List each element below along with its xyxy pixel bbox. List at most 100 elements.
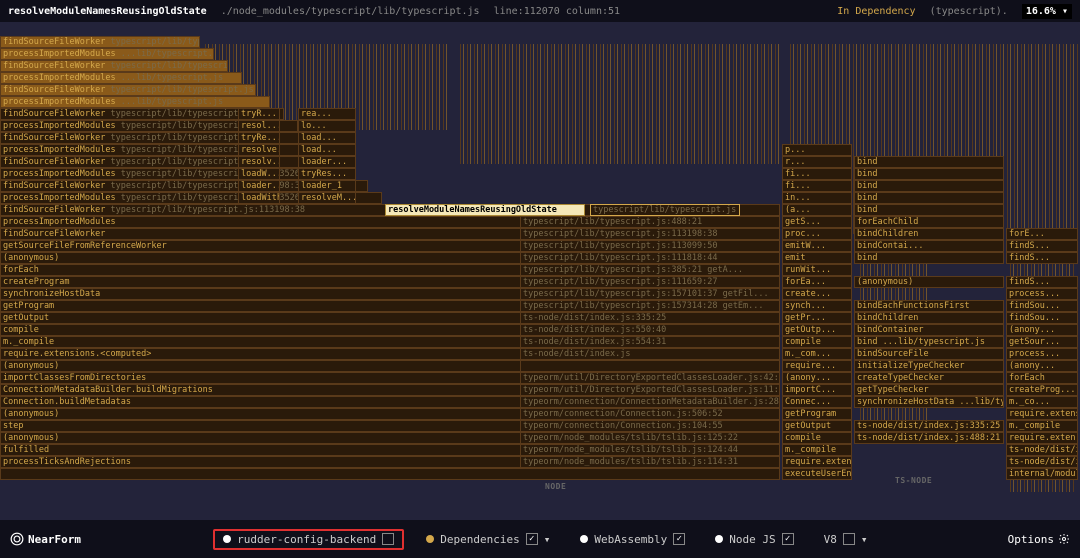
flame-frame[interactable]: bindContainer xyxy=(854,324,1004,336)
flame-frame[interactable]: m._compile xyxy=(782,444,852,456)
flame-frame[interactable]: in... xyxy=(782,192,852,204)
checkbox-icon[interactable]: ✓ xyxy=(526,533,538,545)
flame-frame[interactable]: getS... xyxy=(782,216,852,228)
flame-frame[interactable]: require.extensions... xyxy=(1006,408,1078,420)
nodejs-chip[interactable]: Node JS ✓ xyxy=(707,530,801,549)
checkbox-icon[interactable] xyxy=(382,533,394,545)
flame-frame[interactable]: r... xyxy=(782,156,852,168)
flame-frame[interactable]: tryRe... xyxy=(238,132,280,144)
flame-frame[interactable]: tryR... xyxy=(238,108,280,120)
flame-frame[interactable]: internal/modules/run_main.js:69:31 xyxy=(1006,468,1078,480)
flame-frame[interactable]: typescript/lib/typescript.js:157314:28 g… xyxy=(520,300,780,312)
flame-frame[interactable]: lo... xyxy=(298,120,356,132)
flame-frame[interactable]: getProgram xyxy=(782,408,852,420)
flame-frame[interactable]: ts-node/dist/index.js xyxy=(520,348,780,360)
chevron-down-icon[interactable]: ▾ xyxy=(861,533,868,546)
flame-frame[interactable]: loader... xyxy=(238,180,280,192)
flame-frame[interactable]: ts-node/dist/index.js:554:31 xyxy=(520,336,780,348)
flame-frame[interactable]: fi... xyxy=(782,168,852,180)
flame-frame[interactable]: emitW... xyxy=(782,240,852,252)
flame-frame[interactable]: (a... xyxy=(782,204,852,216)
flame-frame[interactable]: loadW... xyxy=(238,168,280,180)
flame-frame[interactable] xyxy=(520,360,780,372)
flame-frame[interactable]: (anony... xyxy=(1006,360,1078,372)
flame-frame[interactable]: synch... xyxy=(782,300,852,312)
flame-frame[interactable]: processImportedModules ...lib/typescript… xyxy=(0,48,214,60)
flame-frame[interactable]: compile xyxy=(782,336,852,348)
flame-frame[interactable]: bind xyxy=(854,156,1004,168)
flame-frame[interactable]: runWit... xyxy=(782,264,852,276)
flame-frame[interactable]: getPr... xyxy=(782,312,852,324)
flame-frame[interactable]: typescript/lib/typescript.js:111818:44 xyxy=(520,252,780,264)
wasm-chip[interactable]: WebAssembly ✓ xyxy=(572,530,693,549)
flame-frame[interactable]: bind ...lib/typescript.js xyxy=(854,336,1004,348)
flame-frame[interactable]: fi... xyxy=(782,180,852,192)
flame-frame[interactable]: typeorm/connection/ConnectionMetadataBui… xyxy=(520,396,780,408)
flame-frame[interactable]: synchronizeHostData ...lib/typescript.js xyxy=(854,396,1004,408)
flame-frame[interactable]: (anony... xyxy=(1006,324,1078,336)
flame-frame[interactable]: findS... xyxy=(1006,240,1078,252)
flame-frame[interactable]: require... xyxy=(782,360,852,372)
flame-frame[interactable]: m._com... xyxy=(782,348,852,360)
flame-frame[interactable]: m._co... xyxy=(1006,396,1078,408)
flame-frame[interactable]: require.extensions.<computed> xyxy=(782,456,852,468)
flame-frame[interactable]: bind xyxy=(854,192,1004,204)
flame-frame[interactable]: rea... xyxy=(298,108,356,120)
flame-frame[interactable]: process... xyxy=(1006,348,1078,360)
flame-frame[interactable]: resolveModuleNamesReusingOldState xyxy=(385,204,585,216)
flame-frame[interactable]: load... xyxy=(298,144,356,156)
flame-frame[interactable]: typescript/lib/typescript.js xyxy=(590,204,740,216)
flame-frame[interactable]: initializeTypeChecker xyxy=(854,360,1004,372)
flame-frame[interactable]: forE... xyxy=(1006,228,1078,240)
flame-frame[interactable]: Connec... xyxy=(782,396,852,408)
flame-frame[interactable]: getTypeChecker xyxy=(854,384,1004,396)
flame-frame[interactable]: resolveM... xyxy=(298,192,356,204)
flame-frame[interactable]: createProg... xyxy=(1006,384,1078,396)
flame-frame[interactable]: bindSourceFile xyxy=(854,348,1004,360)
flame-frame[interactable]: findSou... xyxy=(1006,312,1078,324)
flame-frame[interactable]: importC... xyxy=(782,384,852,396)
flame-frame[interactable]: typeorm/connection/Connection.js:104:55 xyxy=(520,420,780,432)
flame-frame[interactable]: typescript/lib/typescript.js:113198:38 xyxy=(520,228,780,240)
flame-frame[interactable]: require.exten... xyxy=(1006,432,1078,444)
checkbox-icon[interactable]: ✓ xyxy=(782,533,794,545)
flame-frame[interactable]: (anonymous) xyxy=(854,276,1004,288)
flame-frame[interactable]: findSourceFileWorker typescript/lib/type… xyxy=(0,84,256,96)
flame-frame[interactable]: typescript/lib/typescript.js:385:21 getA… xyxy=(520,264,780,276)
flame-frame[interactable]: findS... xyxy=(1006,276,1078,288)
flame-frame[interactable]: ts-node/dist/index.js xyxy=(1006,456,1078,468)
flame-frame[interactable]: resolve... xyxy=(238,144,280,156)
flame-frame[interactable]: typeorm/util/DirectoryExportedClassesLoa… xyxy=(520,384,780,396)
checkbox-icon[interactable]: ✓ xyxy=(673,533,685,545)
flame-frame[interactable]: typescript/lib/typescript.js:157101:37 g… xyxy=(520,288,780,300)
flame-frame[interactable]: typeorm/node_modules/tslib/tslib.js:124:… xyxy=(520,444,780,456)
flame-frame[interactable]: createTypeChecker xyxy=(854,372,1004,384)
flame-frame[interactable]: typeorm/connection/Connection.js:506:52 xyxy=(520,408,780,420)
flame-frame[interactable]: load... xyxy=(298,132,356,144)
flame-frame[interactable]: getSour... xyxy=(1006,336,1078,348)
flame-frame[interactable]: bindContai... xyxy=(854,240,1004,252)
flame-frame[interactable]: bindChildren xyxy=(854,312,1004,324)
chevron-down-icon[interactable]: ▾ xyxy=(544,533,551,546)
flame-frame[interactable]: bind xyxy=(854,204,1004,216)
flame-frame[interactable]: compile xyxy=(782,432,852,444)
flame-frame[interactable]: (anony... xyxy=(782,372,852,384)
flame-frame[interactable]: bindChildren xyxy=(854,228,1004,240)
flame-frame[interactable] xyxy=(0,468,780,480)
flame-frame[interactable]: ts-node/dist/index.js:335:25 xyxy=(520,312,780,324)
checkbox-icon[interactable] xyxy=(843,533,855,545)
flame-frame[interactable]: tryRes... xyxy=(298,168,356,180)
flame-frame[interactable]: process... xyxy=(1006,288,1078,300)
percent-badge[interactable]: 16.6% ▾ xyxy=(1022,4,1072,19)
flame-frame[interactable]: findSourceFileWorker typescript/lib/type… xyxy=(0,60,228,72)
flame-frame[interactable]: forEa... xyxy=(782,276,852,288)
flame-frame[interactable]: typescript/lib/typescript.js:488:21 xyxy=(520,216,780,228)
flame-frame[interactable]: resol... xyxy=(238,120,280,132)
flame-frame[interactable]: typeorm/node_modules/tslib/tslib.js:125:… xyxy=(520,432,780,444)
flame-frame[interactable]: loadWithLo... xyxy=(238,192,280,204)
app-chip[interactable]: rudder-config-backend xyxy=(213,529,404,550)
flame-frame[interactable]: ts-node/dist/index.js:554:31 xyxy=(1006,444,1078,456)
flame-frame[interactable]: typeorm/util/DirectoryExportedClassesLoa… xyxy=(520,372,780,384)
v8-chip[interactable]: V8 ▾ xyxy=(816,530,876,549)
flame-frame[interactable]: processImportedModules ...lib/typescript… xyxy=(0,96,270,108)
